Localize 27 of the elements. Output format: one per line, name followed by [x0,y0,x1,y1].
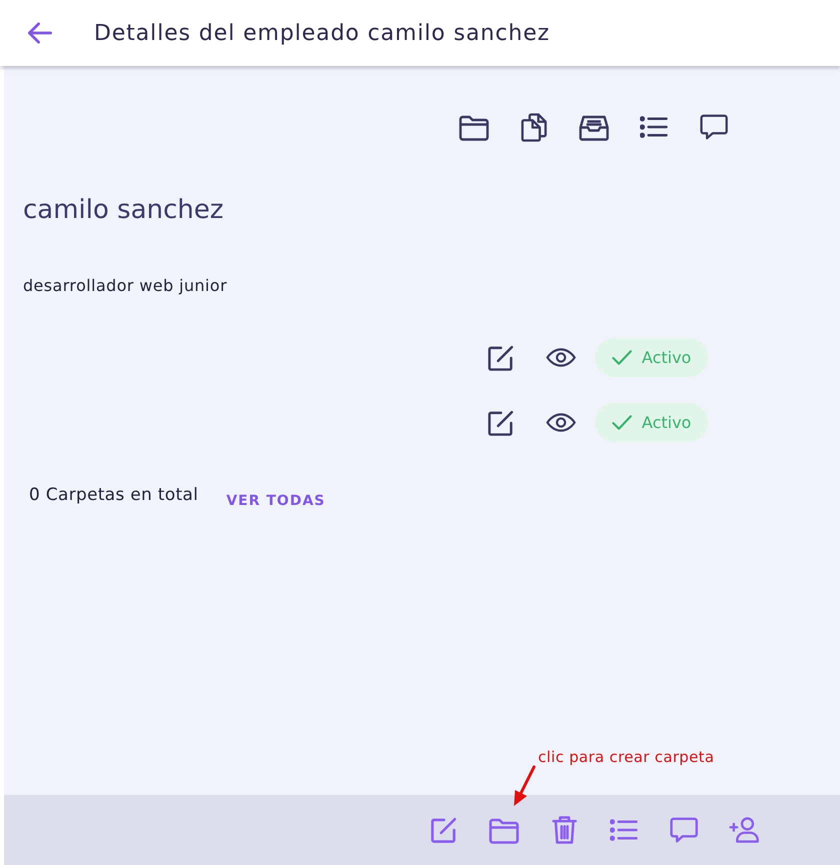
check-icon [612,350,632,365]
folder-count: 0 Carpetas en total [29,484,198,506]
speech-bubble-icon [670,817,698,843]
documents-icon [521,112,547,142]
annotation-text: clic para crear carpeta [538,748,714,766]
view-all-link[interactable]: VER TODAS [226,492,326,510]
list-icon [640,116,668,138]
eye-icon [546,413,576,432]
edit-icon [488,344,514,370]
list-icon [610,819,638,841]
back-arrow-icon [28,22,52,44]
trash-icon [552,816,576,844]
check-icon [612,415,632,430]
page-title: Detalles del empleado camilo sanchez [94,20,550,46]
status-text: Activo [642,348,692,367]
add-user-icon [729,817,759,843]
eye-icon [546,348,576,367]
status-text: Activo [642,413,692,432]
employee-position: desarrollador web junior [23,276,228,296]
annotation-arrow [512,765,538,807]
speech-bubble-icon [700,114,728,140]
inbox-tray-icon [579,114,609,140]
folder-icon [489,816,519,844]
edit-icon [488,410,514,436]
edit-icon [431,817,457,843]
employee-name: camilo sanchez [23,194,225,227]
folder-icon [459,114,489,140]
